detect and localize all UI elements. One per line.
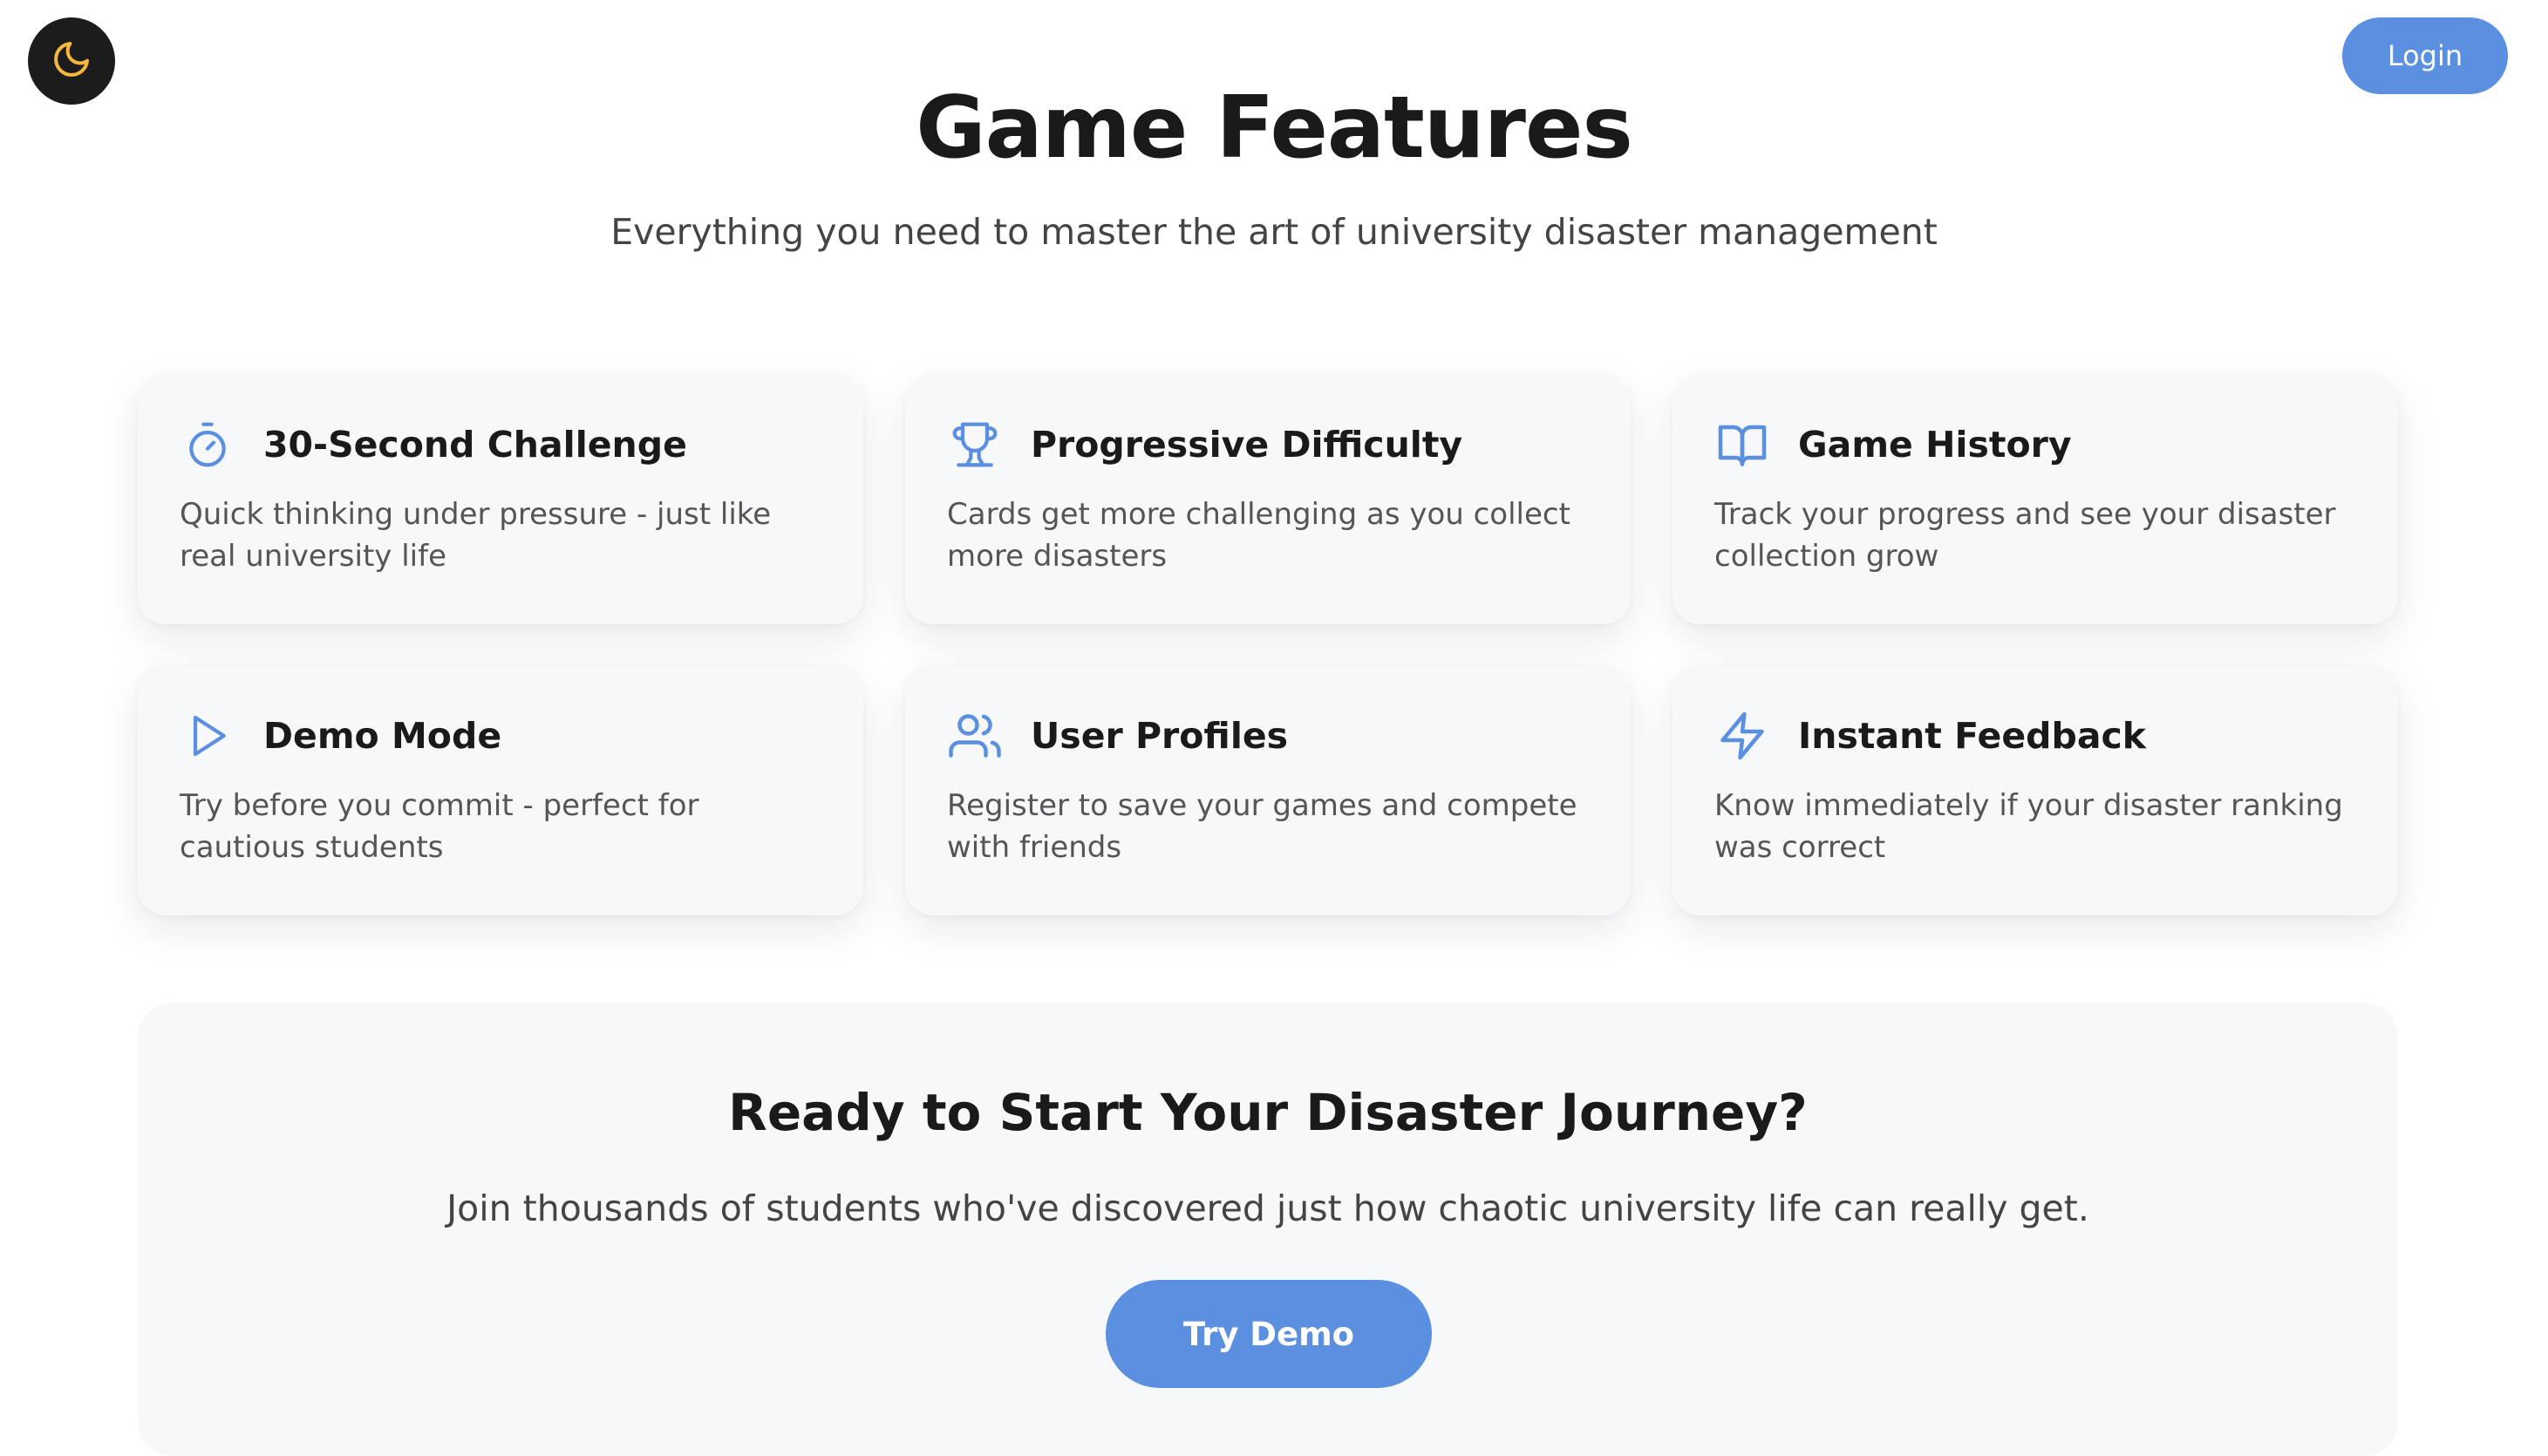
page-subtitle: Everything you need to master the art of… (610, 211, 1938, 253)
page-title: Game Features (916, 78, 1633, 178)
cta-text: Join thousands of students who've discov… (446, 1187, 2089, 1229)
stopwatch-icon (180, 417, 235, 473)
play-icon (180, 708, 235, 764)
cta-title: Ready to Start Your Disaster Journey? (728, 1083, 1808, 1142)
features-grid: 30-Second Challenge Quick thinking under… (138, 375, 2398, 915)
feature-title: Game History (1798, 424, 2072, 466)
feature-description: Register to save your games and compete … (947, 788, 1577, 865)
cta-section: Ready to Start Your Disaster Journey? Jo… (138, 1003, 2398, 1456)
lightning-icon (1714, 708, 1770, 764)
feature-title: Instant Feedback (1798, 715, 2147, 757)
feature-card-progressive-difficulty: Progressive Difficulty Cards get more ch… (905, 375, 1631, 624)
feature-title: Progressive Difficulty (1031, 424, 1463, 466)
feature-card-demo-mode: Demo Mode Try before you commit - perfec… (138, 666, 863, 915)
feature-description: Cards get more challenging as you collec… (947, 497, 1570, 574)
feature-description: Track your progress and see your disaste… (1714, 497, 2336, 574)
trophy-icon (947, 417, 1003, 473)
feature-title: Demo Mode (263, 715, 502, 757)
book-open-icon (1714, 417, 1770, 473)
feature-card-game-history: Game History Track your progress and see… (1673, 375, 2398, 624)
feature-title: User Profiles (1031, 715, 1289, 757)
feature-description: Know immediately if your disaster rankin… (1714, 788, 2343, 865)
feature-description: Quick thinking under pressure - just lik… (180, 497, 772, 574)
feature-description: Try before you commit - perfect for caut… (180, 788, 699, 865)
feature-card-user-profiles: User Profiles Register to save your game… (905, 666, 1631, 915)
feature-card-30-second-challenge: 30-Second Challenge Quick thinking under… (138, 375, 863, 624)
feature-title: 30-Second Challenge (263, 424, 687, 466)
feature-card-instant-feedback: Instant Feedback Know immediately if you… (1673, 666, 2398, 915)
try-demo-button[interactable]: Try Demo (1106, 1280, 1432, 1388)
moon-icon (51, 38, 92, 84)
users-icon (947, 708, 1003, 764)
